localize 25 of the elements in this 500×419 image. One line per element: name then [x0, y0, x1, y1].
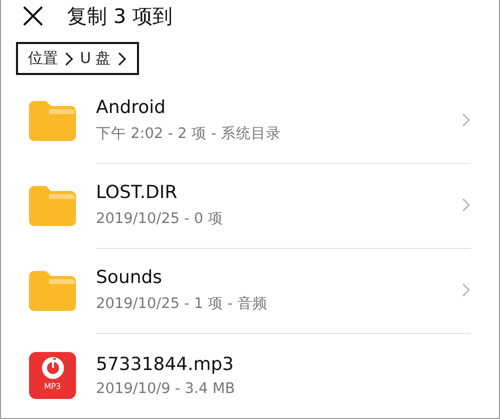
file-details: 下午 2:02 - 2 项 - 系统目录 — [96, 125, 282, 143]
folder-icon — [29, 100, 76, 140]
chevron-icon — [461, 112, 471, 128]
folder-icon — [29, 270, 76, 310]
audio-file-icon: MP3 — [29, 352, 76, 399]
chevron-icon — [64, 50, 74, 67]
file-row[interactable]: LOST.DIR 2019/10/25 - 0 项 — [1, 163, 499, 248]
file-details: 2019/10/25 - 0 项 — [96, 210, 224, 228]
breadcrumb-item[interactable]: U 盘 — [80, 49, 111, 68]
file-details: 2019/10/9 - 3.4 MB — [96, 381, 236, 397]
dialog-title: 复制 3 项到 — [67, 2, 172, 30]
file-name: Sounds — [96, 267, 164, 288]
folder-icon — [29, 186, 76, 226]
file-name: 57331844.mp3 — [96, 354, 235, 375]
breadcrumb-item[interactable]: 位置 — [28, 49, 58, 68]
file-name: Android — [96, 97, 167, 118]
chevron-icon — [461, 197, 471, 213]
file-row[interactable]: Sounds 2019/10/25 - 1 项 - 音频 — [1, 248, 499, 333]
file-row[interactable]: MP3 57331844.mp3 2019/10/9 - 3.4 MB — [1, 333, 499, 418]
chevron-icon — [461, 282, 471, 298]
file-name: LOST.DIR — [96, 182, 178, 203]
close-button[interactable] — [21, 4, 45, 28]
file-details: 2019/10/25 - 1 项 - 音频 — [96, 294, 268, 313]
chevron-icon — [116, 50, 127, 67]
file-row[interactable]: Android 下午 2:02 - 2 项 - 系统目录 — [1, 78, 499, 163]
